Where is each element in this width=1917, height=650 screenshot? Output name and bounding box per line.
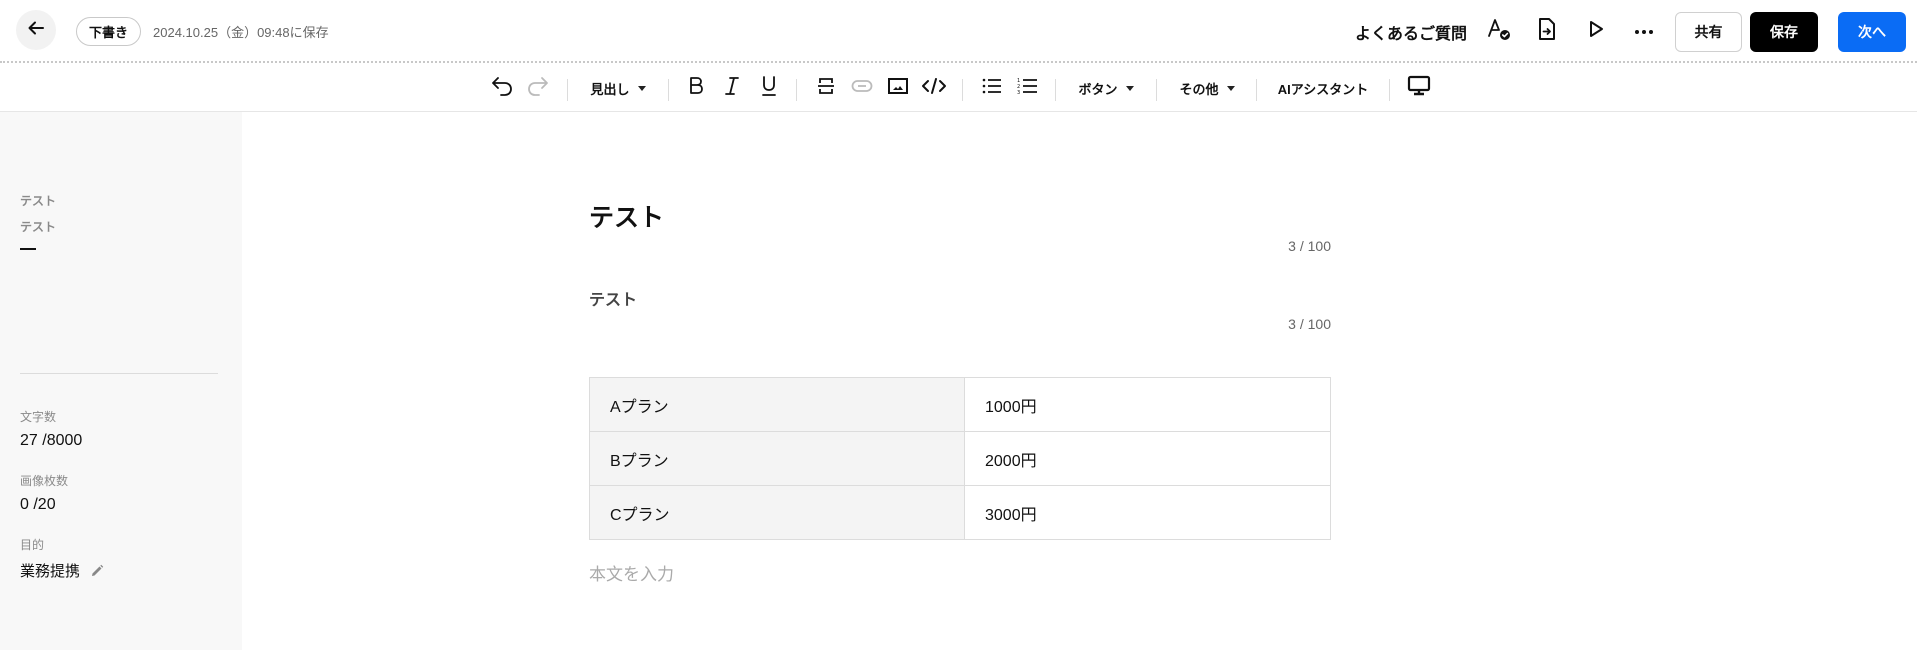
- other-label: その他: [1179, 82, 1219, 97]
- outline-item[interactable]: テスト: [20, 218, 56, 235]
- underline-button[interactable]: [755, 75, 783, 102]
- table-row: Cプラン 3000円: [589, 485, 1331, 540]
- heading-label: 見出し: [590, 82, 630, 97]
- table-cell-key[interactable]: Aプラン: [589, 377, 965, 432]
- char-count-label: 文字数: [20, 410, 57, 424]
- char-count-value: 27 /8000: [20, 432, 83, 449]
- table-cell-value[interactable]: 2000円: [964, 431, 1331, 486]
- saved-timestamp: 2024.10.25（金）09:48に保存: [153, 25, 329, 40]
- table-cell-key[interactable]: Cプラン: [589, 485, 965, 540]
- toolbar-divider: [796, 79, 797, 101]
- table-cell-value[interactable]: 1000円: [964, 377, 1331, 432]
- numbered-list-icon: 123: [1017, 77, 1039, 100]
- image-button[interactable]: [884, 75, 912, 102]
- redo-button[interactable]: [524, 75, 552, 102]
- top-header: 下書き 2024.10.25（金）09:48に保存 よくあるご質問 共有 保存 …: [0, 0, 1917, 63]
- title-char-count: 3 / 100: [1288, 238, 1331, 254]
- spellcheck-button[interactable]: [1485, 17, 1513, 45]
- numbered-list-button[interactable]: 123: [1014, 75, 1042, 102]
- image-icon: [887, 77, 909, 100]
- body-input[interactable]: 本文を入力: [589, 560, 674, 585]
- undo-button[interactable]: [488, 75, 516, 102]
- subtitle-char-count: 3 / 100: [1288, 316, 1331, 332]
- toolbar-divider: [1055, 79, 1056, 101]
- table-cell-key[interactable]: Bプラン: [589, 431, 965, 486]
- subtitle-field[interactable]: テスト: [589, 286, 637, 310]
- more-icon: [1634, 22, 1654, 40]
- image-count-value: 0 /20: [20, 496, 56, 513]
- undo-icon: [490, 75, 514, 102]
- table-row: Bプラン 2000円: [589, 431, 1331, 486]
- code-button[interactable]: [920, 75, 948, 102]
- table-row: Aプラン 1000円: [589, 377, 1331, 432]
- image-count-label: 画像枚数: [20, 474, 69, 488]
- export-button[interactable]: [1533, 17, 1561, 45]
- spellcheck-icon: [1486, 16, 1512, 47]
- desktop-preview-button[interactable]: [1404, 75, 1434, 102]
- sidebar-divider: [20, 373, 218, 374]
- preview-play-icon: [1586, 18, 1606, 45]
- outline-item[interactable]: テスト: [20, 192, 56, 209]
- link-icon: [851, 79, 873, 98]
- desktop-preview-icon: [1407, 75, 1431, 102]
- export-file-icon: [1536, 17, 1558, 46]
- heading-dropdown[interactable]: 見出し: [588, 75, 648, 102]
- bullet-list-icon: [981, 77, 1003, 100]
- redo-icon: [526, 75, 550, 102]
- bold-button[interactable]: [682, 75, 710, 102]
- save-button[interactable]: 保存: [1750, 12, 1818, 52]
- toolbar-divider: [962, 79, 963, 101]
- caret-down-icon: [637, 86, 646, 91]
- preview-button[interactable]: [1582, 17, 1610, 45]
- table-cell-value[interactable]: 3000円: [964, 485, 1331, 540]
- toolbar-divider: [567, 79, 568, 101]
- purpose-label: 目的: [20, 538, 45, 552]
- toolbar-divider: [1389, 79, 1390, 101]
- italic-icon: [725, 76, 739, 101]
- caret-down-icon: [1226, 86, 1235, 91]
- toolbar-divider: [1156, 79, 1157, 101]
- link-button[interactable]: [848, 75, 876, 102]
- back-button[interactable]: [16, 10, 56, 50]
- underline-icon: [761, 75, 777, 102]
- pricing-table: Aプラン 1000円 Bプラン 2000円 Cプラン 3000円: [589, 377, 1331, 540]
- horizontal-rule-icon: [816, 76, 836, 101]
- bold-icon: [688, 76, 704, 101]
- ai-assistant-button[interactable]: AIアシスタント: [1276, 75, 1370, 102]
- toolbar-divider: [1256, 79, 1257, 101]
- status-badge: 下書き: [76, 17, 142, 46]
- horizontal-rule-button[interactable]: [812, 75, 840, 102]
- button-label: ボタン: [1078, 82, 1118, 97]
- purpose-value: 業務提携: [20, 563, 81, 580]
- svg-text:3: 3: [1017, 90, 1020, 95]
- back-arrow-icon: [26, 18, 46, 43]
- caret-down-icon: [1125, 86, 1134, 91]
- bullet-list-button[interactable]: [978, 75, 1006, 102]
- purpose-row: 業務提携: [20, 560, 104, 581]
- left-sidebar: テスト テスト 文字数 27 /8000 画像枚数 0 /20 目的 業務提携: [0, 112, 242, 650]
- outline-dash: [20, 248, 36, 250]
- share-button[interactable]: 共有: [1675, 12, 1742, 52]
- button-dropdown[interactable]: ボタン: [1075, 75, 1137, 102]
- edit-purpose-button[interactable]: [90, 564, 104, 578]
- editor-toolbar: 見出し 1 2 3 ボタン その他 AIアシスタント: [0, 65, 1917, 112]
- ai-assistant-label: AIアシスタント: [1277, 82, 1369, 97]
- more-button[interactable]: [1630, 17, 1658, 45]
- italic-button[interactable]: [718, 75, 746, 102]
- code-icon: [921, 77, 947, 100]
- other-dropdown[interactable]: その他: [1176, 75, 1238, 102]
- toolbar-divider: [668, 79, 669, 101]
- pencil-icon: [92, 564, 104, 576]
- title-field[interactable]: テスト: [589, 198, 664, 234]
- next-button[interactable]: 次へ: [1838, 12, 1906, 52]
- document-type: よくあるご質問: [1355, 26, 1468, 43]
